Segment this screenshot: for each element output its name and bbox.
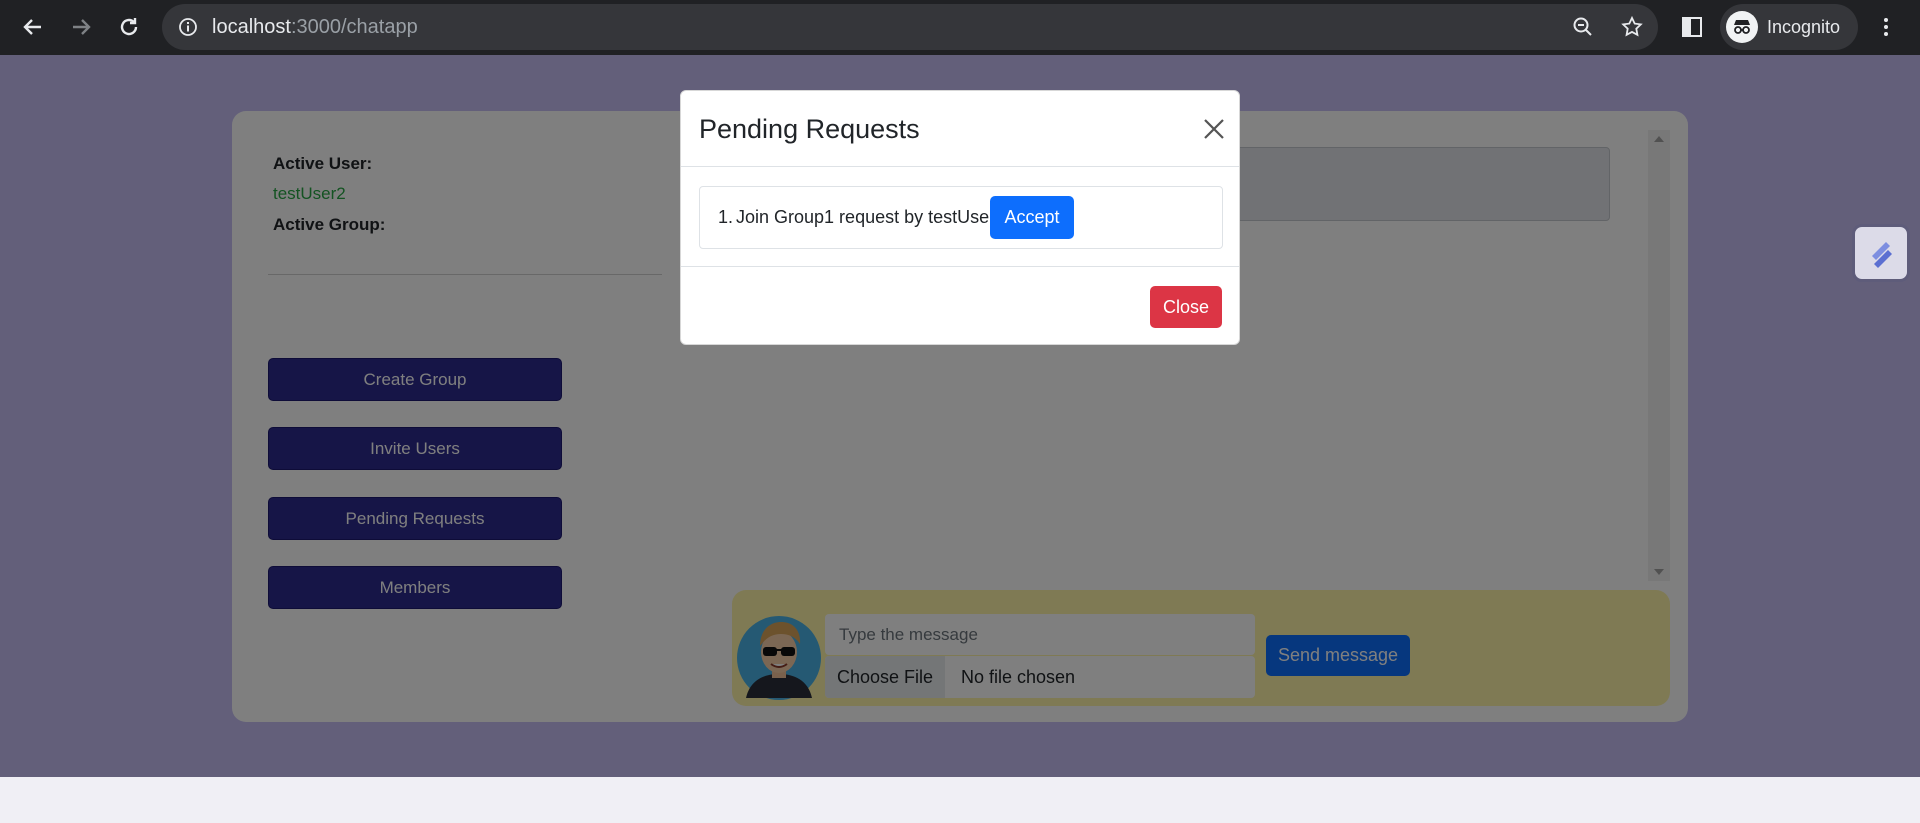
incognito-icon bbox=[1726, 11, 1758, 43]
forward-arrow-icon[interactable] bbox=[64, 10, 98, 44]
url-path: :3000/chatapp bbox=[290, 16, 418, 38]
modal-title: Pending Requests bbox=[699, 114, 920, 144]
modal-footer: Close bbox=[681, 266, 1239, 346]
close-button[interactable]: Close bbox=[1150, 286, 1222, 328]
browser-toolbar: localhost:3000/chatapp Incognito bbox=[0, 0, 1920, 55]
side-panel-icon[interactable] bbox=[1680, 15, 1704, 44]
request-list-item: 1. Join Group1 request by testUser Accep… bbox=[699, 186, 1223, 249]
incognito-profile-chip[interactable]: Incognito bbox=[1720, 4, 1858, 50]
close-x-icon[interactable] bbox=[1202, 117, 1226, 141]
site-info-icon[interactable] bbox=[178, 17, 198, 42]
request-text: Join Group1 request by testUser bbox=[736, 207, 996, 227]
back-arrow-icon[interactable] bbox=[16, 10, 50, 44]
reload-icon[interactable] bbox=[112, 10, 146, 44]
page-footer-strip bbox=[0, 777, 1920, 823]
pending-requests-modal: Pending Requests 1. Join Group1 request … bbox=[680, 90, 1240, 345]
url-text: localhost:3000/chatapp bbox=[212, 16, 418, 39]
zoom-icon[interactable] bbox=[1572, 16, 1594, 43]
modal-header: Pending Requests bbox=[681, 91, 1239, 167]
incognito-label: Incognito bbox=[1767, 17, 1841, 37]
request-number: 1. bbox=[718, 207, 734, 227]
url-host: localhost bbox=[212, 16, 291, 38]
bookmark-star-icon[interactable] bbox=[1620, 15, 1644, 44]
more-menu-icon[interactable] bbox=[1874, 15, 1898, 44]
address-bar[interactable]: localhost:3000/chatapp bbox=[162, 4, 1658, 50]
extension-floating-icon[interactable] bbox=[1852, 224, 1910, 282]
accept-button[interactable]: Accept bbox=[990, 196, 1074, 239]
